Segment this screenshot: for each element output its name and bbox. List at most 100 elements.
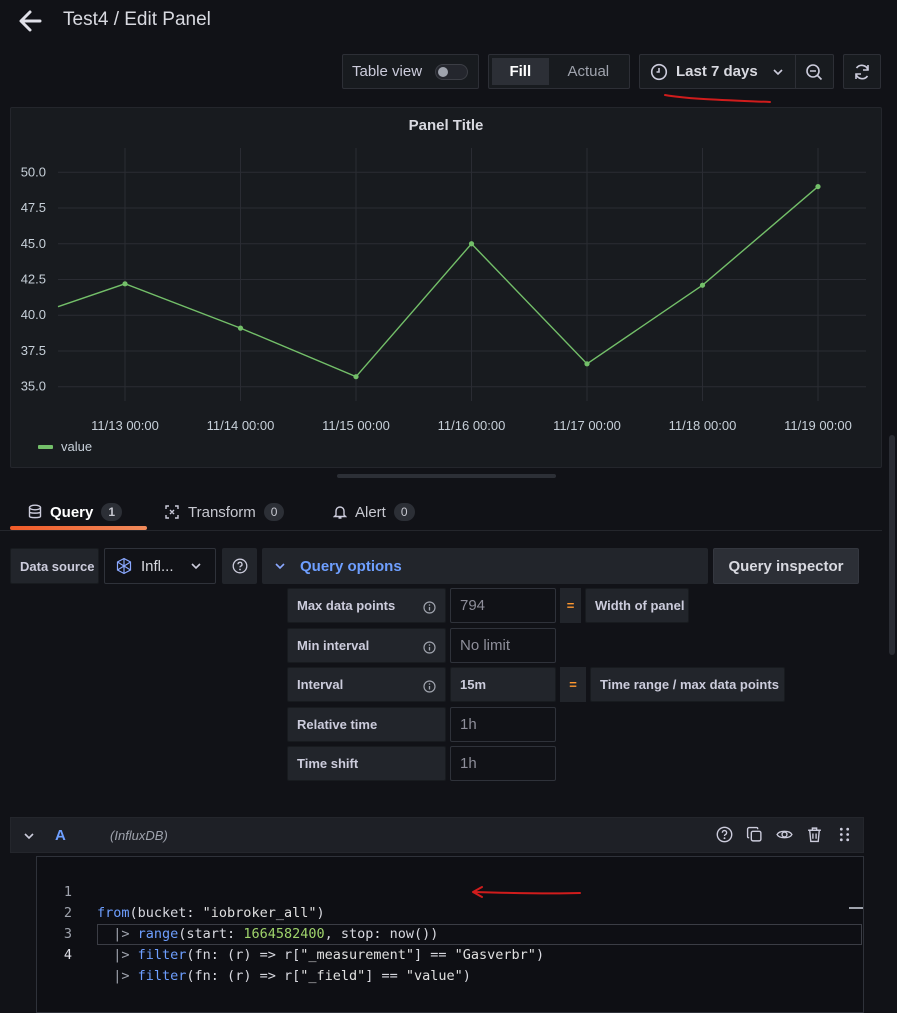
max-data-points-text: Max data points: [297, 598, 396, 613]
influxdb-icon: [116, 557, 132, 575]
data-point: [122, 281, 128, 287]
code-line: 1 from(bucket: "iobroker_all"): [37, 861, 863, 921]
refresh-button[interactable]: [843, 54, 881, 89]
time-shift-input[interactable]: 1h: [450, 746, 556, 781]
query-options-toggle[interactable]: Query options: [262, 548, 708, 584]
tab-query-label: Query: [50, 503, 94, 521]
data-point: [815, 183, 821, 190]
time-picker: Last 7 days: [639, 54, 834, 89]
fill-button[interactable]: Fill: [492, 58, 549, 85]
datasource-label: Data source: [10, 548, 99, 584]
x-tick-label: 11/17 00:00: [553, 418, 621, 433]
interval-note: Time range / max data points: [590, 667, 785, 702]
y-tick-label: 47.5: [21, 200, 46, 215]
y-tick-label: 50.0: [21, 164, 46, 179]
flux-query-editor[interactable]: 1 from(bucket: "iobroker_all") 2 |> rang…: [36, 856, 864, 1013]
table-view-label: Table view: [352, 63, 423, 80]
max-data-points-input[interactable]: 794: [450, 588, 556, 623]
legend-swatch: [38, 445, 53, 449]
tab-transform-label: Transform: [188, 503, 256, 521]
annotation-arrow: [472, 886, 581, 898]
datasource-select[interactable]: Infl...: [104, 548, 216, 584]
relative-time-label: Relative time: [287, 707, 446, 742]
zoom-out-icon: [806, 63, 823, 80]
help-icon[interactable]: [716, 826, 733, 843]
query-row-header[interactable]: A (InfluxDB): [10, 817, 864, 853]
query-options-title: Query options: [300, 557, 402, 575]
info-icon[interactable]: [423, 601, 436, 614]
y-tick-label: 45.0: [21, 236, 46, 251]
legend-label-value[interactable]: value: [61, 439, 92, 454]
code-line: 4 |> filter(fn: (r) => r["_field"] == "v…: [37, 924, 863, 984]
series-line-value: [57, 186, 819, 378]
tab-query[interactable]: Query 1: [28, 498, 123, 526]
x-tick-label: 11/19 00:00: [784, 418, 852, 433]
query-letter[interactable]: A: [55, 827, 66, 844]
x-tick-label: 11/14 00:00: [207, 418, 275, 433]
y-tick-label: 35.0: [21, 379, 46, 394]
min-interval-input[interactable]: No limit: [450, 628, 556, 663]
code-line: 3 |> filter(fn: (r) => r["_measurement"]…: [37, 903, 863, 963]
x-tick-label: 11/18 00:00: [669, 418, 737, 433]
panel-preview: 35.0 37.5 40.0 42.5 45.0 47.5 50.0 11/13 00:00 1…: [10, 107, 882, 468]
chevron-down-icon: [773, 69, 783, 76]
tab-transform-count: 0: [263, 503, 285, 521]
actual-button[interactable]: Actual: [551, 58, 626, 85]
equals-sign: =: [560, 588, 581, 623]
resize-handle[interactable]: [337, 474, 556, 478]
line-number: 4: [63, 947, 72, 963]
drag-handle-icon[interactable]: [836, 826, 853, 843]
data-point: [237, 325, 244, 331]
x-tick-label: 11/16 00:00: [438, 418, 506, 433]
y-tick-label: 42.5: [21, 272, 46, 287]
interval-value: 15m: [450, 667, 556, 702]
tab-alert[interactable]: Alert 0: [333, 498, 415, 526]
database-icon: [28, 504, 42, 519]
datasource-help-button[interactable]: [222, 548, 257, 584]
back-arrow-icon[interactable]: [14, 6, 46, 36]
relative-time-input[interactable]: 1h: [450, 707, 556, 742]
tab-alert-count: 0: [393, 503, 415, 521]
panel-title[interactable]: Panel Title: [11, 117, 881, 134]
y-tick-label: 40.0: [21, 307, 46, 322]
data-point: [584, 361, 590, 367]
width-of-panel-note: Width of panel: [585, 588, 689, 623]
datasource-value: Infl...: [141, 557, 174, 575]
toggle-switch[interactable]: [435, 64, 468, 80]
x-tick-label: 11/15 00:00: [322, 418, 390, 433]
query-inspector-button[interactable]: Query inspector: [713, 548, 859, 584]
help-icon: [232, 558, 247, 574]
y-tick-label: 37.5: [21, 343, 46, 358]
chevron-down-icon[interactable]: [23, 830, 35, 842]
transform-icon: [165, 505, 179, 519]
copy-icon[interactable]: [746, 826, 763, 843]
max-data-points-label: Max data points: [287, 588, 446, 623]
bell-icon: [333, 506, 347, 519]
interval-label: Interval: [287, 667, 446, 702]
trash-icon[interactable]: [806, 826, 823, 843]
interval-text: Interval: [297, 677, 344, 692]
fill-actual-switch: Fill Actual: [488, 54, 630, 89]
table-view-toggle[interactable]: Table view: [342, 54, 479, 89]
data-point: [468, 241, 475, 247]
data-point: [699, 282, 706, 288]
min-interval-label: Min interval: [287, 628, 446, 663]
eye-icon[interactable]: [776, 826, 793, 843]
min-interval-text: Min interval: [297, 638, 370, 653]
info-icon[interactable]: [423, 641, 436, 654]
chevron-down-icon: [275, 563, 285, 570]
page-scrollbar[interactable]: [889, 435, 895, 655]
refresh-icon: [855, 64, 869, 79]
clock-icon: [650, 63, 668, 80]
annotation-underline: [664, 94, 771, 103]
tab-transform[interactable]: Transform 0: [164, 498, 285, 526]
tab-alert-label: Alert: [355, 503, 386, 521]
tab-query-count: 1: [101, 503, 123, 521]
code-line: 2 |> range(start: 1664582400, stop: now(…: [37, 882, 863, 942]
info-icon[interactable]: [423, 680, 436, 693]
query-datasource: (InfluxDB): [110, 828, 168, 843]
chevron-down-icon: [190, 563, 201, 570]
zoom-out-button[interactable]: [795, 55, 833, 88]
x-tick-label: 11/13 00:00: [91, 418, 159, 433]
equals-sign: =: [560, 667, 586, 702]
